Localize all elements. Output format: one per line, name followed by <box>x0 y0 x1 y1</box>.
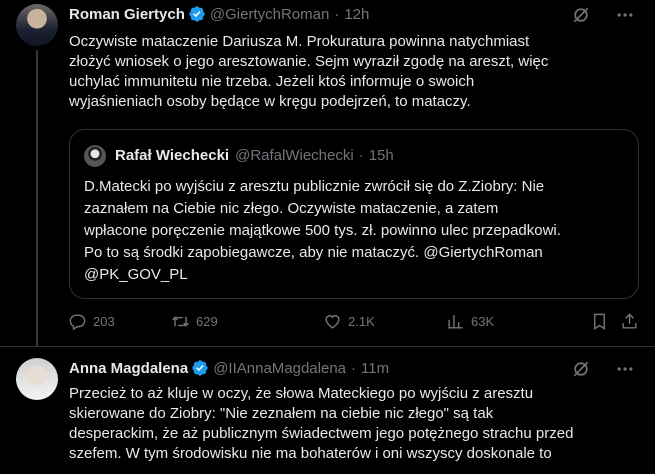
tweet-header: Roman Giertych @GiertychRoman · 12h <box>69 5 369 23</box>
action-bar: 203 629 2.1K 63K <box>68 312 643 336</box>
author-name[interactable]: Roman Giertych <box>69 6 185 23</box>
avatar[interactable] <box>16 358 58 400</box>
tweet-text: Przecież to aż kluje w oczy, że słowa Ma… <box>69 385 574 462</box>
avatar[interactable] <box>84 145 106 167</box>
like-count: 2.1K <box>348 314 375 329</box>
views-icon <box>448 315 463 329</box>
bookmark-icon <box>594 313 605 330</box>
grok-icon[interactable] <box>571 359 591 379</box>
thread-line <box>36 50 38 347</box>
separator-dot: · <box>358 147 364 164</box>
retweet-icon <box>172 316 189 327</box>
views-count: 63K <box>471 314 495 329</box>
quote-header: Rafał Wiechecki @RafalWiechecki · 15h <box>115 147 394 164</box>
views-button[interactable]: 63K <box>446 312 494 331</box>
quote-text: D.Matecki po wyjściu z aresztu publiczni… <box>84 178 561 283</box>
tweet-top-actions <box>571 5 635 25</box>
timestamp[interactable]: 15h <box>369 147 394 164</box>
avatar[interactable] <box>16 4 58 46</box>
quoted-tweet[interactable]: Rafał Wiechecki @RafalWiechecki · 15h D.… <box>69 129 639 299</box>
timestamp[interactable]: 11m <box>361 360 389 377</box>
like-icon <box>325 315 340 329</box>
tweet-text: Oczywiste mataczenie Dariusza M. Prokura… <box>69 33 549 110</box>
like-button[interactable]: 2.1K <box>323 312 375 331</box>
reply-button[interactable]: 203 <box>68 312 115 331</box>
share-button[interactable] <box>620 312 645 331</box>
author-handle[interactable]: @GiertychRoman <box>210 6 329 23</box>
more-icon[interactable] <box>615 359 635 379</box>
grok-icon[interactable] <box>571 5 591 25</box>
tweet[interactable]: Roman Giertych @GiertychRoman · 12h Oczy… <box>0 0 655 347</box>
verified-icon <box>189 6 205 22</box>
retweet-count: 629 <box>196 314 218 329</box>
author-name[interactable]: Rafał Wiechecki <box>115 147 229 164</box>
separator-dot: · <box>351 359 357 377</box>
reply-count: 203 <box>93 314 115 329</box>
more-icon[interactable] <box>615 5 635 25</box>
share-icon <box>622 313 637 329</box>
author-handle[interactable]: @IIAnnaMagdalena <box>213 360 346 377</box>
tweet-top-actions <box>571 359 635 379</box>
tweet-header: Anna Magdalena @IIAnnaMagdalena · 11m <box>69 359 389 377</box>
separator-dot: · <box>334 5 340 23</box>
verified-icon <box>192 360 208 376</box>
reply-icon <box>69 314 86 331</box>
author-name[interactable]: Anna Magdalena <box>69 360 188 377</box>
retweet-button[interactable]: 629 <box>171 312 218 331</box>
timestamp[interactable]: 12h <box>344 6 369 23</box>
bookmark-button[interactable] <box>590 312 615 331</box>
author-handle[interactable]: @RafalWiechecki <box>235 147 354 164</box>
